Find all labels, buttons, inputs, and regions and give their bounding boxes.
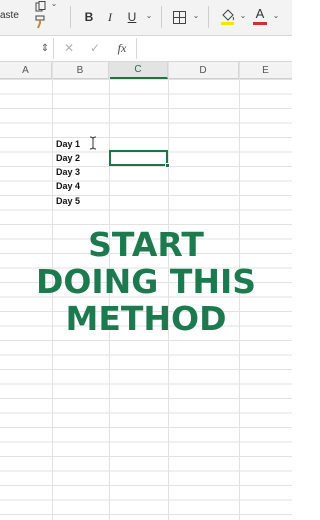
column-header-d[interactable]: D	[168, 62, 239, 79]
name-box-stepper-icon[interactable]: ⇕	[40, 40, 50, 56]
ribbon-toolbar: aste ⌄ B I U ⌄ ⌄ ⌄ A ⌄	[0, 0, 292, 36]
fill-handle[interactable]	[165, 163, 170, 168]
copy-icon[interactable]	[34, 0, 48, 12]
cell-b-day1[interactable]: Day 1	[56, 139, 80, 149]
format-painter-icon[interactable]	[32, 14, 48, 30]
confirm-icon[interactable]: ✓	[88, 40, 102, 56]
cell-b-day5[interactable]: Day 5	[56, 196, 80, 206]
font-color-letter: A	[255, 6, 265, 21]
ribbon-separator	[208, 6, 209, 28]
font-color-swatch	[253, 22, 267, 25]
cell-b-day3[interactable]: Day 3	[56, 167, 80, 177]
name-box[interactable]: ⇕	[0, 38, 54, 59]
function-fx-button[interactable]: fx	[113, 40, 131, 56]
text-cursor-icon	[89, 136, 97, 153]
overlay-caption-line-2: DOING THIS	[35, 262, 257, 301]
formula-input[interactable]	[136, 38, 292, 59]
underline-dropdown-chevron-icon[interactable]: ⌄	[144, 8, 154, 22]
fill-color-dropdown-chevron-icon[interactable]: ⌄	[238, 8, 248, 22]
cancel-icon[interactable]: ✕	[62, 40, 76, 56]
selected-cell-c[interactable]	[109, 150, 170, 168]
formula-bar: ⇕ ✕ ✓ fx	[0, 36, 292, 62]
cell-b-day4[interactable]: Day 4	[56, 181, 80, 191]
font-color-dropdown-chevron-icon[interactable]: ⌄	[271, 8, 281, 22]
copy-dropdown-chevron-icon[interactable]: ⌄	[50, 0, 58, 9]
borders-dropdown-chevron-icon[interactable]: ⌄	[191, 8, 201, 22]
paste-label[interactable]: aste	[0, 10, 19, 21]
ribbon-separator	[161, 6, 162, 28]
column-header-c[interactable]: C	[109, 62, 168, 79]
column-header-b[interactable]: B	[52, 62, 109, 79]
font-color-button[interactable]: A	[252, 5, 268, 27]
italic-button[interactable]: I	[104, 9, 116, 25]
bold-button[interactable]: B	[82, 9, 96, 25]
underline-button[interactable]: U	[125, 9, 139, 25]
borders-icon[interactable]	[171, 9, 187, 25]
ribbon-separator	[70, 6, 71, 28]
column-header-a[interactable]: A	[0, 62, 52, 79]
fill-color-icon[interactable]	[219, 6, 235, 26]
overlay-caption-line-1: START	[88, 225, 204, 264]
column-header-e[interactable]: E	[239, 62, 292, 79]
overlay-caption-line-3: METHOD	[65, 299, 227, 338]
cell-b-day2[interactable]: Day 2	[56, 153, 80, 163]
